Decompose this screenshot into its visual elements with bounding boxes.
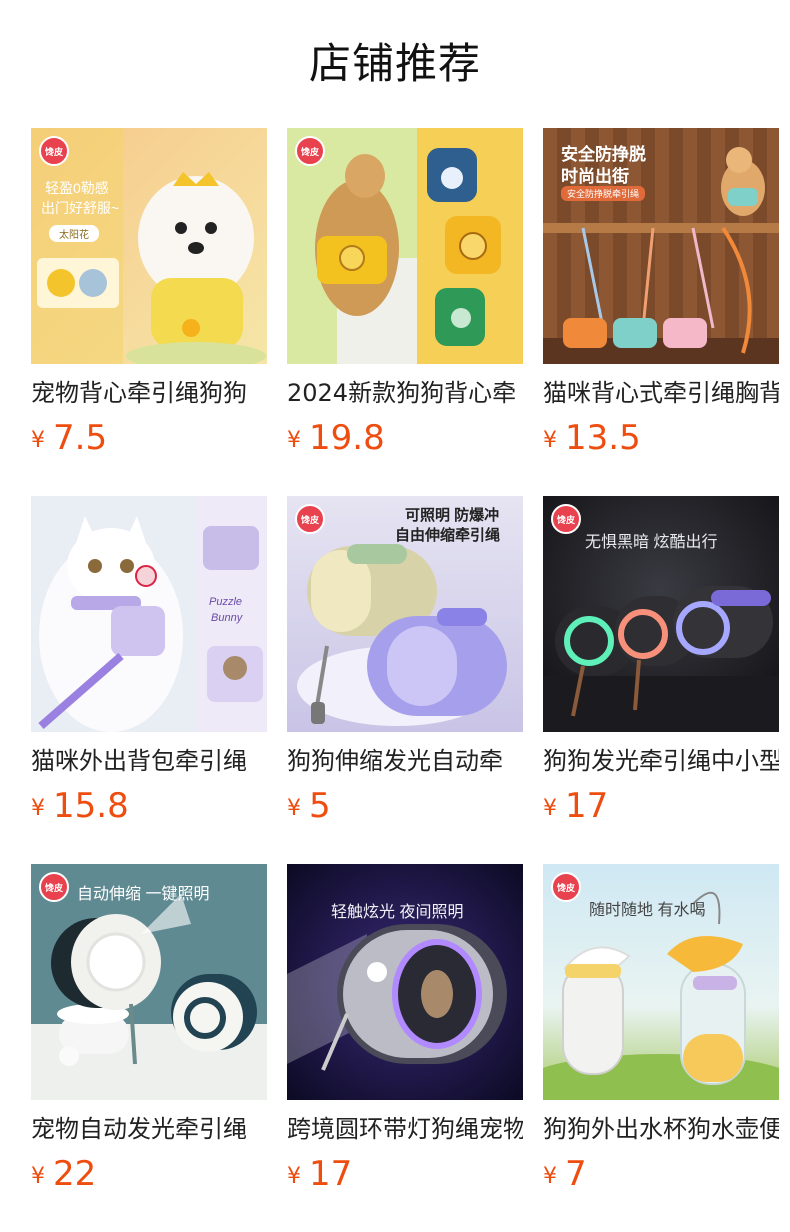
product-name[interactable]: 宠物背心牵引绳狗狗 [31, 376, 267, 410]
product-name[interactable]: 狗狗发光牵引绳中小型 [543, 744, 779, 778]
product-price: ¥5 [287, 784, 523, 834]
product-card[interactable]: 馋皮狗 自动伸缩 一键照明 宠物自动发光牵引绳 ¥22 [31, 864, 267, 1232]
currency-symbol: ¥ [543, 1164, 557, 1189]
currency-symbol: ¥ [31, 1164, 45, 1189]
product-image[interactable]: 馋皮狗 无惧黑暗 炫酷出行 [543, 496, 779, 732]
image-caption-line2: 自由伸缩牵引绳 [395, 527, 501, 544]
brand-logo-icon: 馋皮狗 [295, 136, 325, 166]
product-card[interactable]: 安全防挣脱 时尚出街 安全防挣脱牵引绳 猫咪背心式牵引绳胸背 ¥13.5 [543, 128, 779, 496]
currency-symbol: ¥ [31, 796, 45, 821]
currency-symbol: ¥ [543, 796, 557, 821]
product-price: ¥17 [543, 784, 779, 834]
product-price: ¥7 [543, 1152, 779, 1202]
product-card[interactable]: 馋皮狗 2024新款狗狗背心牵 ¥19.8 [287, 128, 523, 496]
image-caption: 轻触炫光 夜间照明 [331, 904, 464, 921]
currency-symbol: ¥ [287, 796, 301, 821]
image-caption: 自动伸缩 一键照明 [77, 886, 210, 903]
product-name[interactable]: 猫咪外出背包牵引绳 [31, 744, 267, 778]
price-value: 17 [309, 1154, 353, 1194]
price-value: 13.5 [565, 418, 641, 458]
product-card[interactable]: 馋皮狗 随时随地 有水喝 狗狗外出水杯狗水壶便 ¥7 [543, 864, 779, 1232]
currency-symbol: ¥ [543, 428, 557, 453]
product-name[interactable]: 2024新款狗狗背心牵 [287, 376, 523, 410]
product-image[interactable]: Puzzle Bunny [31, 496, 267, 732]
brand-logo-icon: 馋皮狗 [295, 504, 325, 534]
image-caption-line2: 出门好舒服~ [41, 200, 120, 216]
product-image[interactable]: 馋皮狗 可照明 防爆冲 自由伸缩牵引绳 [287, 496, 523, 732]
product-card[interactable]: 馋皮狗 无惧黑暗 炫酷出行 狗狗发光牵引绳中小型 ¥17 [543, 496, 779, 864]
price-value: 22 [53, 1154, 97, 1194]
product-image[interactable]: 安全防挣脱 时尚出街 安全防挣脱牵引绳 [543, 128, 779, 364]
image-tag: 太阳花 [49, 225, 99, 242]
price-value: 5 [309, 786, 331, 826]
price-value: 15.8 [53, 786, 129, 826]
product-image[interactable]: 馋皮狗 [287, 128, 523, 364]
image-caption-line1: 可照明 防爆冲 [405, 507, 500, 524]
product-image[interactable]: 轻触炫光 夜间照明 [287, 864, 523, 1100]
product-price: ¥19.8 [287, 416, 523, 466]
brand-logo-icon: 馋皮狗 [39, 136, 69, 166]
product-price: ¥7.5 [31, 416, 267, 466]
product-price: ¥17 [287, 1152, 523, 1202]
currency-symbol: ¥ [287, 1164, 301, 1189]
image-caption: 无惧黑暗 炫酷出行 [585, 534, 718, 551]
image-caption-line2: Bunny [211, 612, 243, 624]
image-caption: 随时随地 有水喝 [589, 902, 706, 919]
product-image-art [31, 128, 267, 364]
image-caption-line1: Puzzle [209, 596, 243, 608]
product-name[interactable]: 狗狗伸缩发光自动牵 [287, 744, 523, 778]
brand-logo-icon: 馋皮狗 [39, 872, 69, 902]
product-image[interactable]: 馋皮狗 自动伸缩 一键照明 [31, 864, 267, 1100]
price-value: 7.5 [53, 418, 108, 458]
image-caption-line1: 轻盈0勒感 [45, 180, 109, 196]
section-title: 店铺推荐 [308, 39, 481, 88]
brand-logo-icon: 馋皮狗 [551, 504, 581, 534]
image-caption-line2: 时尚出街 [561, 167, 629, 186]
product-name[interactable]: 跨境圆环带灯狗绳宠物 [287, 1112, 523, 1146]
price-value: 7 [565, 1154, 587, 1194]
product-card[interactable]: 轻触炫光 夜间照明 跨境圆环带灯狗绳宠物 ¥17 [287, 864, 523, 1232]
price-value: 19.8 [309, 418, 385, 458]
currency-symbol: ¥ [31, 428, 45, 453]
product-price: ¥22 [31, 1152, 267, 1202]
image-tag: 安全防挣脱牵引绳 [561, 186, 646, 201]
product-name[interactable]: 宠物自动发光牵引绳 [31, 1112, 267, 1146]
product-card[interactable]: 馋皮狗 轻盈0勒感 出门好舒服~ 太阳花 宠物背心牵引绳狗狗 ¥7.5 [31, 128, 267, 496]
price-value: 17 [565, 786, 609, 826]
product-image-art [287, 128, 523, 364]
product-image[interactable]: 馋皮狗 随时随地 有水喝 [543, 864, 779, 1100]
product-price: ¥13.5 [543, 416, 779, 466]
product-name[interactable]: 猫咪背心式牵引绳胸背 [543, 376, 779, 410]
product-card[interactable]: Puzzle Bunny 猫咪外出背包牵引绳 ¥15.8 [31, 496, 267, 864]
product-card[interactable]: 馋皮狗 可照明 防爆冲 自由伸缩牵引绳 狗狗伸缩发光自动牵 ¥5 [287, 496, 523, 864]
brand-logo-icon: 馋皮狗 [551, 872, 581, 902]
store-recommendation-page: 店铺推荐 馋皮 轻盈0勒感 出门好舒服~ 太阳花 宠物背心牵引绳狗狗 ¥ 7.5… [0, 0, 790, 1232]
product-name[interactable]: 狗狗外出水杯狗水壶便 [543, 1112, 779, 1146]
product-image[interactable]: 馋皮狗 轻盈0勒感 出门好舒服~ 太阳花 [31, 128, 267, 364]
product-price: ¥15.8 [31, 784, 267, 834]
currency-symbol: ¥ [287, 428, 301, 453]
product-grid: 馋皮狗 轻盈0勒感 出门好舒服~ 太阳花 宠物背心牵引绳狗狗 ¥7.5 [31, 128, 781, 1232]
